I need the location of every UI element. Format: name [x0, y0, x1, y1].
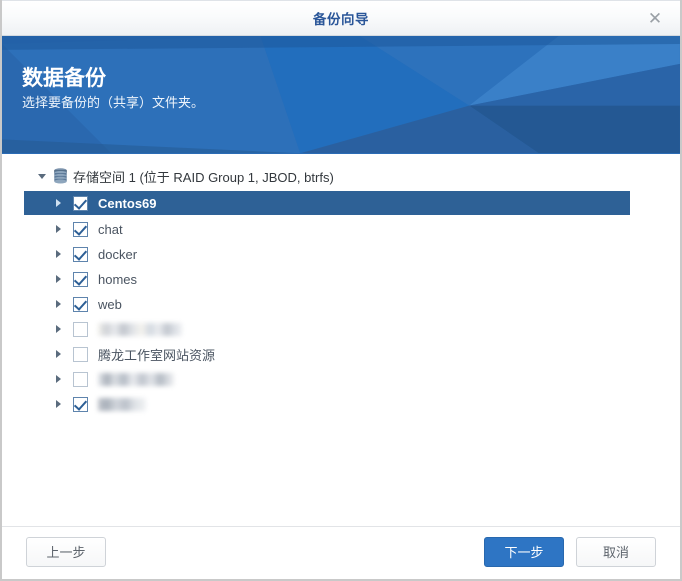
chevron-right-icon[interactable] [56, 300, 61, 308]
tree-row[interactable] [2, 318, 680, 340]
cancel-button[interactable]: 取消 [576, 537, 656, 567]
tree-row[interactable]: homes [2, 268, 680, 290]
folder-name-label: Centos69 [98, 195, 157, 211]
folder-checkbox[interactable] [73, 246, 88, 262]
chevron-right-icon[interactable] [56, 325, 61, 333]
chevron-right-icon[interactable] [56, 199, 61, 207]
tree-row[interactable]: docker [2, 243, 680, 265]
tree-row[interactable]: Centos69 [24, 191, 630, 215]
folder-name-label: web [98, 296, 122, 312]
dialog-footer: 上一步 下一步 取消 [2, 526, 680, 577]
folder-checkbox[interactable] [73, 371, 88, 387]
wizard-header-banner: 数据备份 选择要备份的（共享）文件夹。 [2, 36, 680, 154]
tree-row[interactable] [2, 393, 680, 415]
chevron-right-icon[interactable] [56, 250, 61, 258]
folder-name-label: chat [98, 221, 123, 237]
chevron-right-icon[interactable] [56, 275, 61, 283]
page-title: 数据备份 [22, 67, 106, 90]
tree-root-label: 存储空间 1 (位于 RAID Group 1, JBOD, btrfs) [73, 169, 334, 185]
folder-checkbox[interactable] [73, 221, 88, 237]
folder-checkbox[interactable] [73, 321, 88, 337]
banner-text-group: 数据备份 选择要备份的（共享）文件夹。 [22, 66, 204, 112]
folder-name-label-redacted [98, 322, 182, 336]
folder-tree: 存储空间 1 (位于 RAID Group 1, JBOD, btrfs) Ce… [2, 164, 680, 415]
folder-checkbox[interactable] [73, 195, 88, 211]
backup-wizard-dialog: 备份向导 ✕ 数据备份 选择要备份的（共享）文件夹。 存储空间 1 (位于 RA… [0, 0, 682, 581]
chevron-right-icon[interactable] [56, 400, 61, 408]
chevron-right-icon[interactable] [56, 350, 61, 358]
next-button[interactable]: 下一步 [484, 537, 564, 567]
folder-checkbox[interactable] [73, 396, 88, 412]
chevron-right-icon[interactable] [56, 225, 61, 233]
folder-checkbox[interactable] [73, 296, 88, 312]
folder-checkbox[interactable] [73, 271, 88, 287]
page-subtitle: 选择要备份的（共享）文件夹。 [22, 95, 205, 111]
tree-row[interactable]: web [2, 293, 680, 315]
folder-name-label: homes [98, 271, 138, 287]
shared-folder-tree-panel: 存储空间 1 (位于 RAID Group 1, JBOD, btrfs) Ce… [2, 154, 680, 526]
folder-checkbox[interactable] [73, 346, 88, 362]
chevron-right-icon[interactable] [56, 375, 61, 383]
close-icon[interactable]: ✕ [642, 5, 668, 31]
tree-row[interactable]: chat [2, 218, 680, 240]
folder-name-label-redacted [98, 372, 174, 386]
tree-root-volume[interactable]: 存储空间 1 (位于 RAID Group 1, JBOD, btrfs) [2, 164, 680, 188]
chevron-down-icon[interactable] [38, 173, 46, 179]
folder-name-label: docker [98, 246, 138, 262]
tree-row[interactable]: 腾龙工作室网站资源 [2, 343, 680, 365]
storage-volume-icon [54, 168, 67, 184]
tree-row[interactable] [2, 368, 680, 390]
back-button[interactable]: 上一步 [26, 537, 106, 567]
folder-name-label-redacted [98, 397, 146, 411]
title-bar: 备份向导 ✕ [2, 0, 680, 36]
window-title: 备份向导 [313, 12, 369, 27]
folder-name-label: 腾龙工作室网站资源 [98, 347, 216, 363]
